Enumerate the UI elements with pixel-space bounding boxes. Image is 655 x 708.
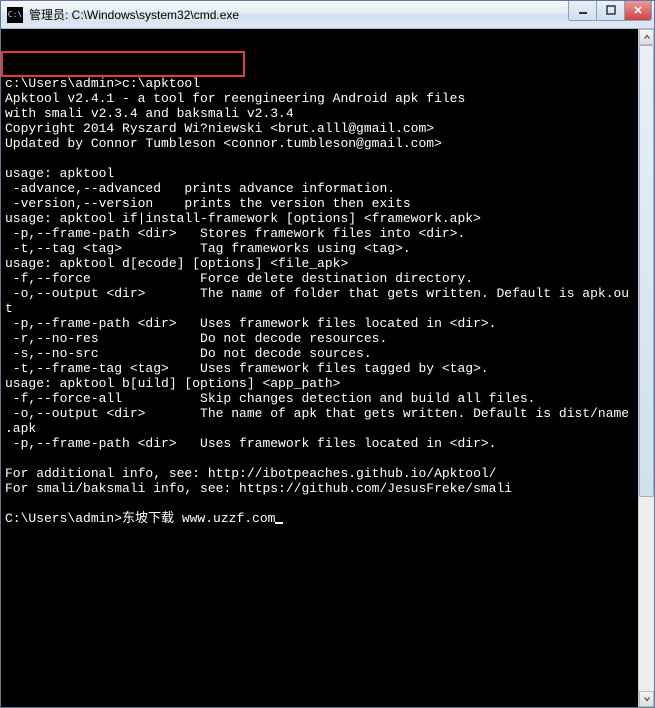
terminal-line: -o,--output <dir> The name of folder tha… (5, 286, 629, 301)
terminal-line: -o,--output <dir> The name of apk that g… (5, 406, 629, 421)
minimize-icon (578, 5, 588, 15)
vertical-scrollbar[interactable] (638, 29, 654, 707)
terminal-line: Updated by Connor Tumbleson <connor.tumb… (5, 136, 442, 151)
titlebar[interactable]: C:\ 管理员: C:\Windows\system32\cmd.exe (1, 1, 654, 29)
scroll-down-button[interactable] (639, 691, 654, 707)
terminal-line: -s,--no-src Do not decode sources. (5, 346, 372, 361)
terminal-line: -p,--frame-path <dir> Uses framework fil… (5, 316, 496, 331)
terminal-line: usage: apktool b[uild] [options] <app_pa… (5, 376, 340, 391)
cursor-icon (275, 522, 283, 524)
prompt: C:\Users\admin> (5, 511, 122, 526)
terminal-line: Apktool v2.4.1 - a tool for reengineerin… (5, 91, 465, 106)
terminal-line: For additional info, see: http://ibotpea… (5, 466, 496, 481)
maximize-icon (606, 5, 616, 15)
chevron-up-icon (643, 33, 651, 41)
maximize-button[interactable] (596, 1, 624, 21)
terminal-line: -t,--tag <tag> Tag frameworks using <tag… (5, 241, 411, 256)
terminal-line: t (5, 301, 13, 316)
cmd-window: C:\ 管理员: C:\Windows\system32\cmd.exe c:\… (0, 0, 655, 708)
terminal-line: -r,--no-res Do not decode resources. (5, 331, 387, 346)
prompt-input[interactable]: 东坡下载 www.uzzf.com (122, 511, 275, 526)
terminal-line: -p,--frame-path <dir> Stores framework f… (5, 226, 465, 241)
terminal-line: .apk (5, 421, 36, 436)
command-line: c:\Users\admin>c:\apktool (5, 76, 200, 91)
chevron-down-icon (643, 695, 651, 703)
close-button[interactable] (624, 1, 652, 21)
window-title: 管理员: C:\Windows\system32\cmd.exe (29, 6, 568, 23)
terminal-line: Copyright 2014 Ryszard Wi?niewski <brut.… (5, 121, 434, 136)
terminal-line: For smali/baksmali info, see: https://gi… (5, 481, 512, 496)
terminal-line: -f,--force-all Skip changes detection an… (5, 391, 536, 406)
minimize-button[interactable] (568, 1, 596, 21)
terminal-line: -t,--frame-tag <tag> Uses framework file… (5, 361, 489, 376)
terminal-line: usage: apktool d[ecode] [options] <file_… (5, 256, 348, 271)
scroll-thumb[interactable] (639, 45, 654, 497)
scroll-track[interactable] (639, 45, 654, 691)
terminal-line: -advance,--advanced prints advance infor… (5, 181, 395, 196)
terminal-line: usage: apktool if|install-framework [opt… (5, 211, 481, 226)
terminal-line: -p,--frame-path <dir> Uses framework fil… (5, 436, 496, 451)
terminal-line: -version,--version prints the version th… (5, 196, 411, 211)
cmd-icon: C:\ (7, 7, 23, 23)
scroll-up-button[interactable] (639, 29, 654, 45)
terminal-line: -f,--force Force delete destination dire… (5, 271, 473, 286)
annotation-highlight (1, 51, 245, 77)
window-controls (568, 1, 652, 21)
terminal-output[interactable]: c:\Users\admin>c:\apktool Apktool v2.4.1… (1, 29, 654, 707)
close-icon (633, 5, 643, 15)
terminal-line: with smali v2.3.4 and baksmali v2.3.4 (5, 106, 294, 121)
terminal-line: usage: apktool (5, 166, 114, 181)
